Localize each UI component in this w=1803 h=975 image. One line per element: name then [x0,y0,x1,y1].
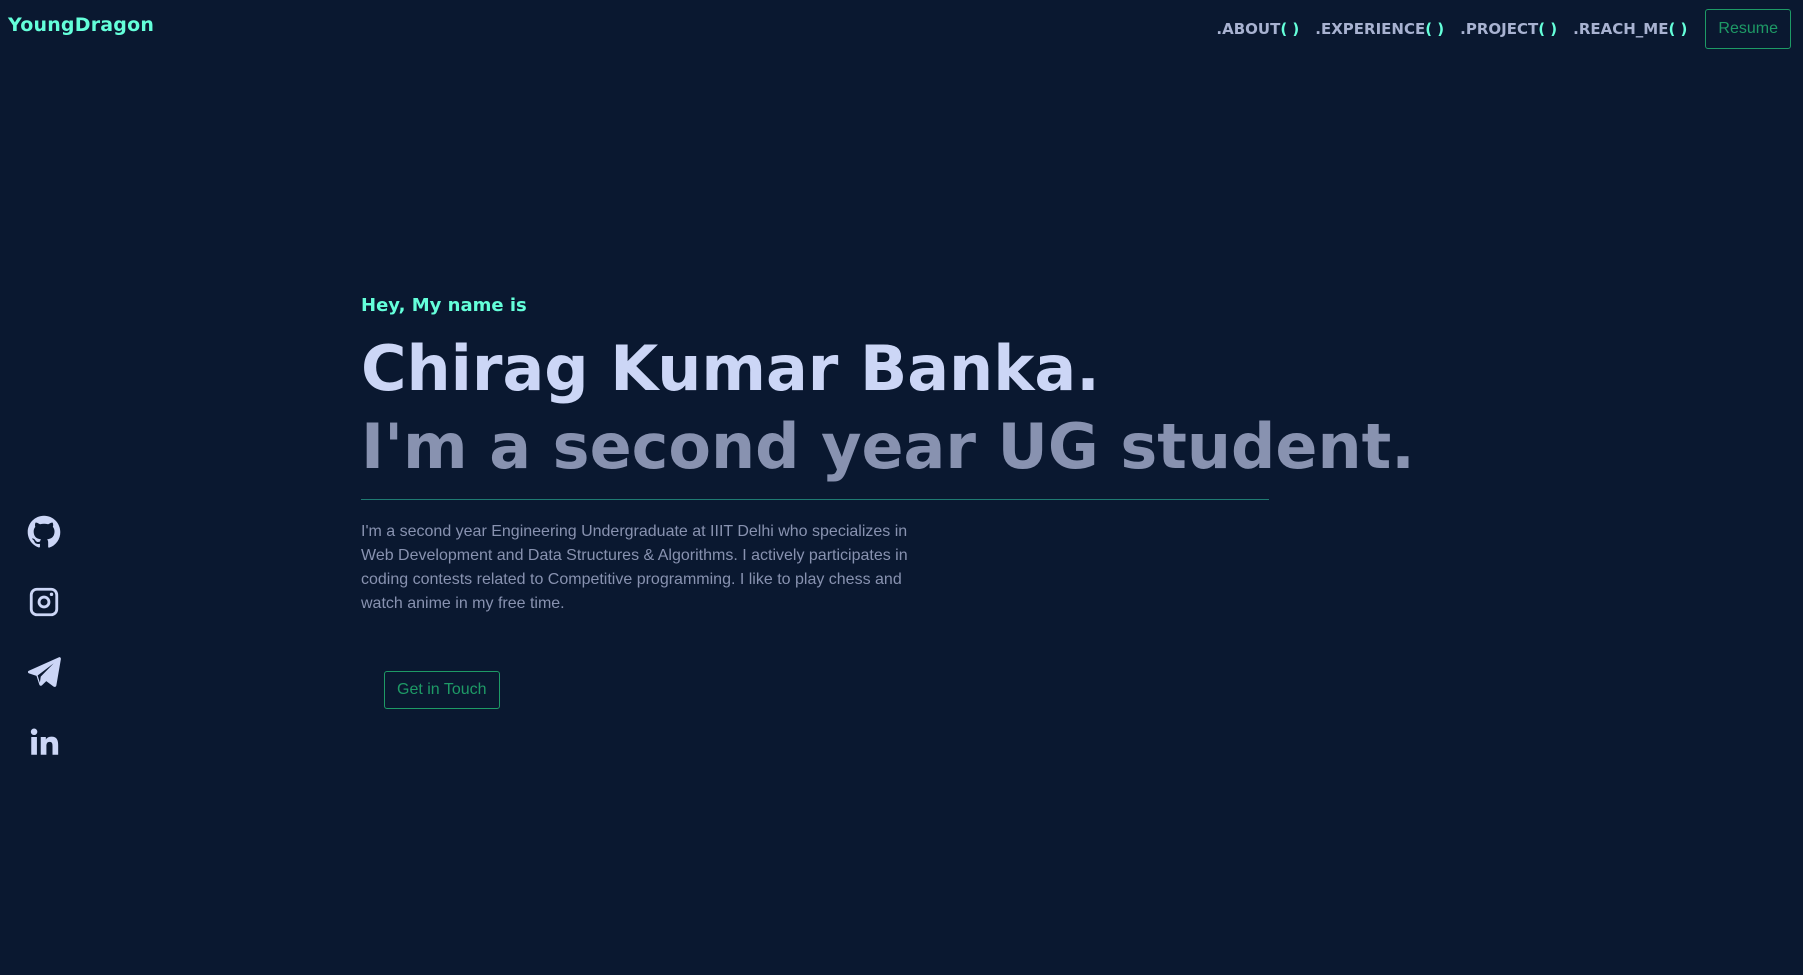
nav-project-label: .PROJECT [1460,20,1539,38]
main-nav: .ABOUT( ) .EXPERIENCE( ) .PROJECT( ) .RE… [1216,9,1791,49]
page: YoungDragon .ABOUT( ) .EXPERIENCE( ) .PR… [0,0,1803,975]
hero-bio: I'm a second year Engineering Undergradu… [361,522,908,612]
github-icon [27,515,61,548]
nav-about-label: .ABOUT [1216,20,1281,38]
nav-experience-label: .EXPERIENCE [1315,20,1426,38]
hero-section: Hey, My name is Chirag Kumar Banka. I'm … [361,295,1415,616]
nav-about-link[interactable]: .ABOUT( ) [1216,20,1299,38]
nav-about-parens: ( ) [1280,20,1300,38]
nav-reach-me-link[interactable]: .REACH_ME( ) [1573,20,1687,38]
resume-button[interactable]: Resume [1705,9,1791,49]
nav-reach-me-label: .REACH_ME [1573,20,1669,38]
linkedin-link[interactable] [26,724,62,760]
nav-experience-parens: ( ) [1425,20,1445,38]
telegram-link[interactable] [26,654,62,690]
hero-tagline: I'm a second year UG student. [361,410,1415,484]
social-links [26,514,62,760]
hero-greeting: Hey, My name is [361,295,527,316]
nav-project-parens: ( ) [1538,20,1558,38]
telegram-icon [27,657,61,687]
instagram-link[interactable] [26,584,62,620]
get-in-touch-button[interactable]: Get in Touch [384,671,500,709]
site-logo[interactable]: YoungDragon [8,14,154,36]
linkedin-icon [30,728,59,755]
nav-experience-link[interactable]: .EXPERIENCE( ) [1315,20,1444,38]
hero-name: Chirag Kumar Banka. [361,332,1100,405]
github-link[interactable] [26,514,62,550]
nav-project-link[interactable]: .PROJECT( ) [1460,20,1557,38]
hero-divider [361,498,1269,500]
nav-reach-me-parens: ( ) [1668,20,1688,38]
instagram-icon [29,587,59,617]
